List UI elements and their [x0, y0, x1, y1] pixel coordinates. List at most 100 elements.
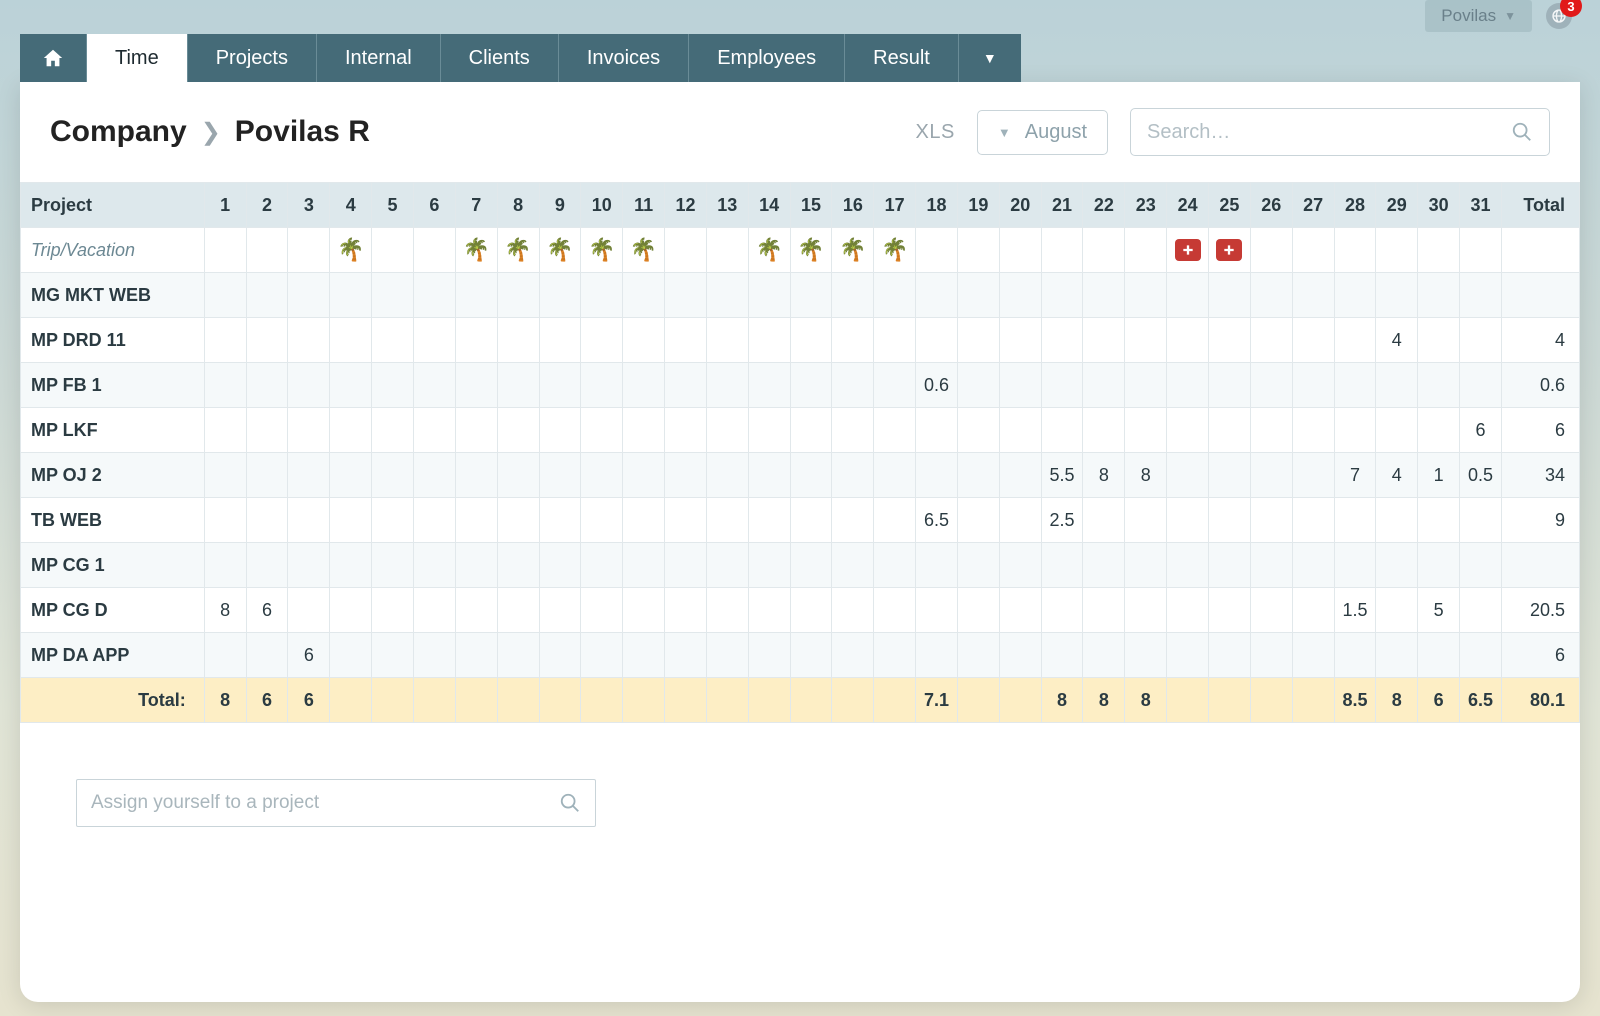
cell[interactable]	[1418, 498, 1460, 543]
cell[interactable]	[1041, 543, 1083, 588]
tab-time[interactable]: Time	[87, 34, 188, 82]
cell[interactable]	[539, 318, 581, 363]
cell[interactable]	[957, 588, 999, 633]
assign-project-input[interactable]	[91, 792, 559, 814]
cell[interactable]	[1334, 228, 1376, 273]
cell[interactable]	[288, 363, 330, 408]
cell[interactable]	[330, 498, 372, 543]
cell[interactable]	[1460, 273, 1502, 318]
cell[interactable]	[1041, 228, 1083, 273]
cell[interactable]	[581, 588, 623, 633]
cell[interactable]: 🌴	[623, 228, 665, 273]
row-name[interactable]: TB WEB	[21, 498, 205, 543]
cell[interactable]	[832, 363, 874, 408]
cell[interactable]	[539, 498, 581, 543]
cell[interactable]	[957, 408, 999, 453]
cell[interactable]	[916, 318, 958, 363]
search-box[interactable]	[1130, 108, 1550, 156]
cell[interactable]	[1209, 408, 1251, 453]
cell[interactable]	[957, 228, 999, 273]
cell[interactable]	[1209, 633, 1251, 678]
cell[interactable]	[1292, 588, 1334, 633]
cell[interactable]	[790, 543, 832, 588]
cell[interactable]	[748, 633, 790, 678]
row-name[interactable]: MP DRD 11	[21, 318, 205, 363]
cell[interactable]	[413, 273, 455, 318]
cell[interactable]	[706, 363, 748, 408]
tab-internal[interactable]: Internal	[317, 34, 441, 82]
cell[interactable]	[623, 363, 665, 408]
cell[interactable]	[1250, 228, 1292, 273]
cell[interactable]	[497, 633, 539, 678]
cell[interactable]	[748, 588, 790, 633]
cell[interactable]	[1167, 363, 1209, 408]
cell[interactable]	[330, 633, 372, 678]
cell[interactable]: 4	[1376, 453, 1418, 498]
cell[interactable]	[246, 633, 288, 678]
cell[interactable]	[665, 588, 707, 633]
cell[interactable]	[1209, 543, 1251, 588]
cell[interactable]	[916, 453, 958, 498]
cell[interactable]: 6	[1460, 408, 1502, 453]
cell[interactable]	[497, 273, 539, 318]
cell[interactable]	[1041, 588, 1083, 633]
cell[interactable]	[372, 273, 414, 318]
cell[interactable]	[790, 273, 832, 318]
cell[interactable]	[1167, 543, 1209, 588]
cell[interactable]	[1376, 543, 1418, 588]
cell[interactable]	[1041, 408, 1083, 453]
cell[interactable]	[706, 453, 748, 498]
cell[interactable]	[413, 543, 455, 588]
cell[interactable]	[706, 543, 748, 588]
cell[interactable]	[1209, 453, 1251, 498]
cell[interactable]	[874, 273, 916, 318]
cell[interactable]	[372, 633, 414, 678]
cell[interactable]	[748, 408, 790, 453]
cell[interactable]	[748, 318, 790, 363]
cell[interactable]	[1292, 543, 1334, 588]
cell[interactable]	[1376, 633, 1418, 678]
cell[interactable]	[999, 453, 1041, 498]
cell[interactable]	[413, 588, 455, 633]
row-name[interactable]: MP FB 1	[21, 363, 205, 408]
cell[interactable]	[832, 543, 874, 588]
cell[interactable]: 🌴	[874, 228, 916, 273]
cell[interactable]	[1125, 228, 1167, 273]
cell[interactable]	[623, 453, 665, 498]
cell[interactable]	[330, 543, 372, 588]
cell[interactable]	[1125, 588, 1167, 633]
cell[interactable]	[581, 633, 623, 678]
cell[interactable]	[372, 498, 414, 543]
cell[interactable]	[874, 408, 916, 453]
cell[interactable]	[790, 363, 832, 408]
row-name[interactable]: MP OJ 2	[21, 453, 205, 498]
export-xls-button[interactable]: XLS	[916, 121, 955, 144]
cell[interactable]	[1125, 543, 1167, 588]
cell[interactable]	[539, 543, 581, 588]
cell[interactable]	[1167, 408, 1209, 453]
cell[interactable]	[1376, 228, 1418, 273]
cell[interactable]	[1083, 633, 1125, 678]
cell[interactable]	[539, 273, 581, 318]
cell[interactable]	[413, 633, 455, 678]
cell[interactable]	[288, 588, 330, 633]
cell[interactable]	[1334, 633, 1376, 678]
cell[interactable]	[999, 543, 1041, 588]
cell[interactable]	[1418, 543, 1460, 588]
cell[interactable]	[204, 453, 246, 498]
cell[interactable]	[1418, 228, 1460, 273]
cell[interactable]	[1418, 363, 1460, 408]
cell[interactable]	[413, 228, 455, 273]
cell[interactable]	[204, 228, 246, 273]
row-name[interactable]: MP CG D	[21, 588, 205, 633]
cell[interactable]	[1334, 408, 1376, 453]
cell[interactable]: 🌴	[832, 228, 874, 273]
cell[interactable]	[413, 498, 455, 543]
cell[interactable]	[623, 273, 665, 318]
cell[interactable]	[1460, 498, 1502, 543]
cell[interactable]	[665, 228, 707, 273]
cell[interactable]	[372, 588, 414, 633]
cell[interactable]	[790, 588, 832, 633]
cell[interactable]	[1292, 453, 1334, 498]
cell[interactable]	[790, 633, 832, 678]
